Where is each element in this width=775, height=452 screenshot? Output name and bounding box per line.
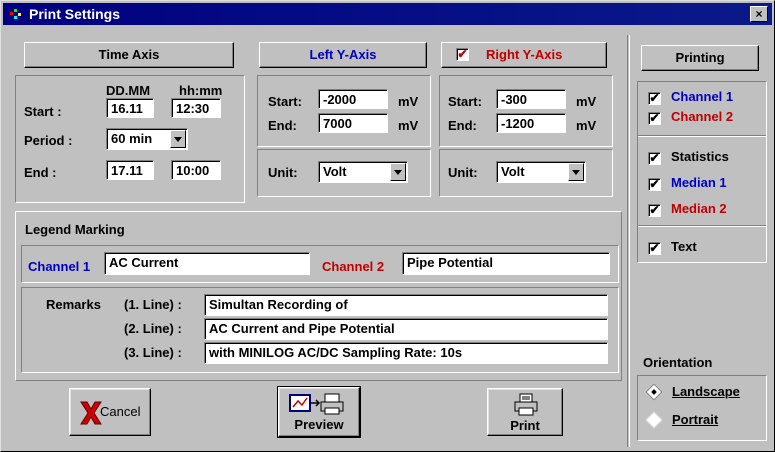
text-label[interactable]: Text <box>671 239 697 254</box>
title-bar: Print Settings × <box>3 3 772 25</box>
right-unit-panel: Unit: Volt <box>439 149 613 197</box>
print-button[interactable]: Print <box>487 388 563 436</box>
channel2-legend-field[interactable]: Pipe Potential <box>402 252 610 275</box>
cancel-button[interactable]: Cancel <box>69 388 151 436</box>
chevron-down-icon[interactable] <box>170 130 186 148</box>
median2-checkbox[interactable]: ✔ <box>648 204 661 217</box>
end-label: End : <box>24 165 57 180</box>
remark-line3-label: (3. Line) : <box>124 345 182 360</box>
remark-line1-field[interactable]: Simultan Recording of <box>204 294 608 316</box>
left-end-unit: mV <box>398 118 419 133</box>
window-title: Print Settings <box>29 6 121 22</box>
right-end-label: End: <box>448 118 477 133</box>
right-unit-label: Unit: <box>448 165 478 180</box>
cancel-label: Cancel <box>100 404 141 419</box>
remark-line1-label: (1. Line) : <box>124 297 182 312</box>
end-date-field[interactable]: 17.11 <box>106 160 154 180</box>
preview-button[interactable]: Preview <box>277 386 361 438</box>
time-column-label: hh:mm <box>179 83 223 98</box>
remark-line3-field[interactable]: with MINILOG AC/DC Sampling Rate: 10s <box>204 342 608 364</box>
right-start-label: Start: <box>448 94 482 109</box>
right-unit-select[interactable]: Volt <box>496 161 586 183</box>
chevron-down-icon[interactable] <box>390 163 406 181</box>
column-divider <box>627 35 630 447</box>
median1-checkbox[interactable]: ✔ <box>648 178 661 191</box>
end-time-field[interactable]: 10:00 <box>171 160 221 180</box>
orientation-title: Orientation <box>643 355 713 370</box>
statistics-checkbox[interactable]: ✔ <box>648 152 661 165</box>
left-y-axis-header[interactable]: Left Y-Axis <box>259 42 427 68</box>
right-y-axis-header[interactable]: ✔ Right Y-Axis <box>441 42 607 68</box>
statistics-label[interactable]: Statistics <box>671 149 729 164</box>
time-axis-panel: DD.MM hh:mm Start : 16.11 12:30 Period :… <box>15 75 245 203</box>
channel1-legend-label: Channel 1 <box>28 259 91 274</box>
portrait-label[interactable]: Portrait <box>672 412 718 427</box>
channel1-legend-field[interactable]: AC Current <box>104 252 310 275</box>
left-end-field[interactable]: 7000 <box>318 113 388 133</box>
right-y-axis-checkbox[interactable]: ✔ <box>456 48 469 61</box>
landscape-label[interactable]: Landscape <box>672 384 740 399</box>
left-start-label: Start: <box>268 94 302 109</box>
left-unit-panel: Unit: Volt <box>257 149 431 197</box>
left-unit-label: Unit: <box>268 165 298 180</box>
app-icon <box>10 9 21 19</box>
right-y-axis-panel: Start: -300 mV End: -1200 mV <box>439 75 613 147</box>
legend-channels-panel: Channel 1 AC Current Channel 2 Pipe Pote… <box>21 245 619 283</box>
preview-icon <box>289 393 344 415</box>
period-value: 60 min <box>111 131 153 146</box>
channel1-checkbox[interactable]: ✔ <box>648 92 661 105</box>
channel2-legend-label: Channel 2 <box>322 259 385 274</box>
right-end-field[interactable]: -1200 <box>496 113 566 133</box>
period-select[interactable]: 60 min <box>106 128 188 150</box>
portrait-radio[interactable] <box>645 411 663 429</box>
left-start-unit: mV <box>398 94 419 109</box>
start-time-field[interactable]: 12:30 <box>171 98 221 118</box>
left-unit-value: Volt <box>323 164 347 179</box>
channel2-checkbox[interactable]: ✔ <box>648 112 661 125</box>
right-unit-value: Volt <box>501 164 525 179</box>
left-end-label: End: <box>268 118 297 133</box>
median2-label[interactable]: Median 2 <box>671 201 727 216</box>
remark-line2-label: (2. Line) : <box>124 321 182 336</box>
chevron-down-icon[interactable] <box>568 163 584 181</box>
start-label: Start : <box>24 104 62 119</box>
remarks-label: Remarks <box>46 297 101 312</box>
printer-icon <box>514 393 538 416</box>
text-checkbox[interactable]: ✔ <box>648 242 661 255</box>
print-settings-window: Print Settings × Time Axis DD.MM hh:mm S… <box>0 0 775 452</box>
close-button[interactable]: × <box>750 6 768 22</box>
remark-line2-field[interactable]: AC Current and Pipe Potential <box>204 318 608 340</box>
printing-header[interactable]: Printing <box>641 45 759 71</box>
left-y-axis-panel: Start: -2000 mV End: 7000 mV <box>257 75 431 147</box>
start-date-field[interactable]: 16.11 <box>106 98 154 118</box>
printing-divider <box>638 225 766 227</box>
printing-divider <box>638 135 766 137</box>
orientation-panel: Landscape Portrait <box>637 375 767 441</box>
period-label: Period : <box>24 133 73 148</box>
channel1-print-label[interactable]: Channel 1 <box>671 89 733 104</box>
legend-title: Legend Marking <box>25 222 125 237</box>
right-start-unit: mV <box>576 94 597 109</box>
right-end-unit: mV <box>576 118 597 133</box>
time-axis-header[interactable]: Time Axis <box>24 42 234 68</box>
remarks-panel: Remarks (1. Line) : Simultan Recording o… <box>21 287 619 373</box>
left-start-field[interactable]: -2000 <box>318 89 388 109</box>
median1-label[interactable]: Median 1 <box>671 175 727 190</box>
left-unit-select[interactable]: Volt <box>318 161 408 183</box>
channel2-print-label[interactable]: Channel 2 <box>671 109 733 124</box>
right-y-axis-label: Right Y-Axis <box>486 47 563 62</box>
date-column-label: DD.MM <box>106 83 151 98</box>
print-label: Print <box>510 418 540 433</box>
right-start-field[interactable]: -300 <box>496 89 566 109</box>
printing-panel: ✔ Channel 1 ✔ Channel 2 ✔ Statistics ✔ M… <box>637 81 767 263</box>
landscape-radio[interactable] <box>645 383 663 401</box>
preview-label: Preview <box>294 417 344 432</box>
